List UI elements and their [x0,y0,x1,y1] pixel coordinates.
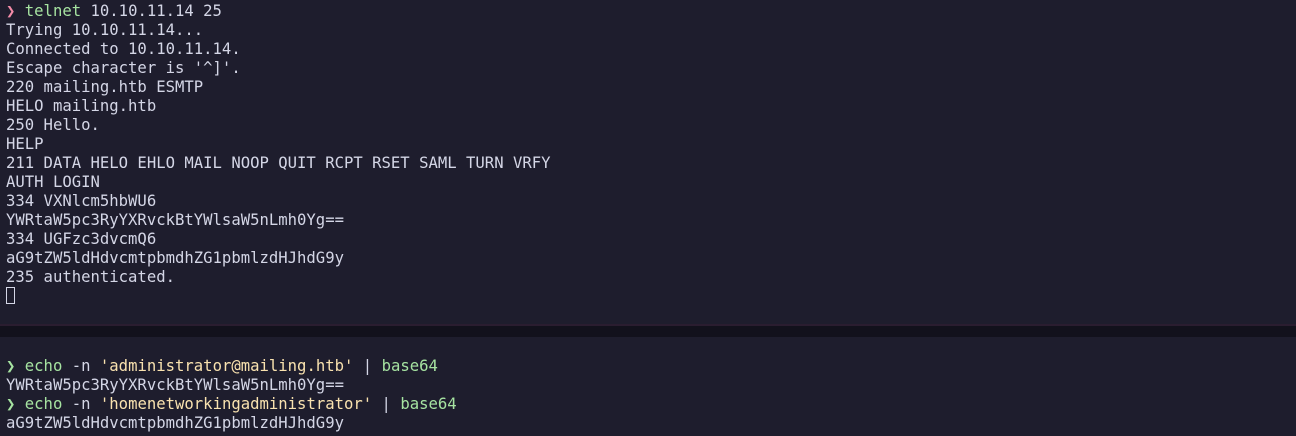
prompt-icon: ❯ [6,357,16,375]
prompt-icon: ❯ [6,2,16,20]
output-line: Trying 10.10.11.14... [6,21,204,39]
output-line: aG9tZW5ldHdvcmtpbmdhZG1pbmlzdHJhdG9y [6,414,344,432]
command-args: 10.10.11.14 25 [81,2,222,20]
pipe-command: base64 [381,357,438,375]
command-name: telnet [24,2,82,20]
pipe-symbol: | [353,357,382,375]
prompt-icon: ❯ [6,395,16,413]
output-line: 334 UGFzc3dvcmQ6 [6,230,157,248]
output-line: YWRtaW5pc3RyYXRvckBtYWlsaW5nLmh0Yg== [6,376,344,394]
output-line: 211 DATA HELO EHLO MAIL NOOP QUIT RCPT R… [6,154,551,172]
output-line: HELO mailing.htb [6,97,157,115]
output-line: YWRtaW5pc3RyYXRvckBtYWlsaW5nLmh0Yg== [6,211,344,229]
command-flag: -n [62,357,100,375]
terminal-cursor [6,287,15,304]
command-line: ❯ echo -n 'administrator@mailing.htb' | … [6,357,1296,376]
command-name: echo [24,357,63,375]
input-line[interactable] [6,287,1296,306]
command-name: echo [24,395,63,413]
output-line: 334 VXNlcm5hbWU6 [6,192,157,210]
output-line: Escape character is '^]'. [6,59,241,77]
terminal-window[interactable]: ❯ telnet 10.10.11.14 25 Trying 10.10.11.… [0,0,1296,436]
output-line: HELP [6,135,44,153]
output-line: AUTH LOGIN [6,173,100,191]
terminal-pane-top[interactable]: ❯ telnet 10.10.11.14 25 Trying 10.10.11.… [0,0,1296,324]
command-line: ❯ echo -n 'homenetworkingadministrator' … [6,395,1296,414]
command-string-arg: 'administrator@mailing.htb' [99,357,354,375]
output-line: 250 Hello. [6,116,100,134]
pipe-symbol: | [372,395,401,413]
output-line: 235 authenticated. [6,268,175,286]
output-line: aG9tZW5ldHdvcmtpbmdhZG1pbmlzdHJhdG9y [6,249,344,267]
command-flag: -n [62,395,100,413]
command-string-arg: 'homenetworkingadministrator' [99,395,373,413]
output-line: Connected to 10.10.11.14. [6,40,241,58]
pane-divider-line [0,324,1296,326]
terminal-pane-bottom[interactable]: ❯ echo -n 'administrator@mailing.htb' | … [0,337,1296,436]
command-line: ❯ telnet 10.10.11.14 25 [6,2,1296,21]
pipe-command: base64 [400,395,457,413]
output-line: 220 mailing.htb ESMTP [6,78,204,96]
pane-divider[interactable] [0,324,1296,337]
